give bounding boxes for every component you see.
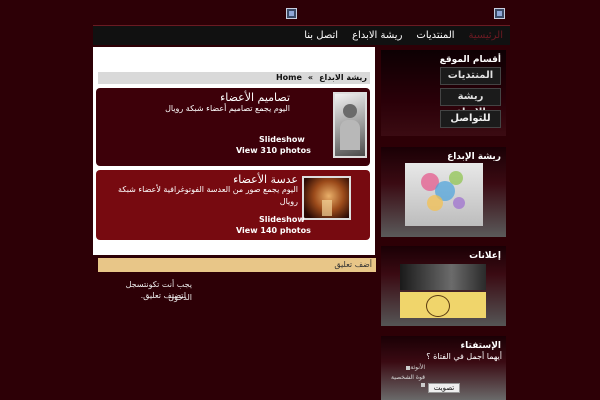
album-slideshow-link[interactable]: Slideshow <box>259 215 305 224</box>
ad-banner-top[interactable] <box>400 264 486 290</box>
poll-option-1-label: الأنوثة <box>410 364 425 371</box>
login-required-note-2: لتضيف تعليق. <box>140 291 186 300</box>
album-description: اليوم يجمع صور من العدسة الفوتوغرافية لأ… <box>118 185 298 206</box>
nav-item-forums[interactable]: المنتديات <box>409 26 461 45</box>
banner-contact[interactable]: للتواصل <box>440 110 501 128</box>
poll-option-1[interactable]: الأنوثة <box>385 364 425 371</box>
sidebar-art-title: ريشة الإبداع <box>447 152 501 162</box>
nav-item-home[interactable]: الرئيسية <box>462 26 510 45</box>
album-description: اليوم يجمع تصاميم أعضاء شبكة رويال <box>165 104 290 113</box>
album-slideshow-link[interactable]: Slideshow <box>259 135 305 144</box>
sidebar-poll-title: الإستفتاء <box>460 341 501 351</box>
poll-option-2-radio[interactable] <box>421 382 425 387</box>
album-thumbnail[interactable] <box>302 176 351 220</box>
breadcrumb-current: ريشة الابداع <box>319 73 367 82</box>
header-left-icon <box>286 8 297 19</box>
header-right-icon <box>494 8 505 19</box>
add-comment-title: أضف تعليق <box>334 260 372 269</box>
ad-banner-bottom[interactable] <box>400 292 486 318</box>
breadcrumb: ريشة الابداع »Home <box>98 72 370 84</box>
poll-option-2[interactable]: قوة الشخصية <box>385 374 425 388</box>
nav-item-art[interactable]: ريشة الابداع <box>345 26 409 45</box>
breadcrumb-home-link[interactable]: Home <box>273 73 305 82</box>
banner-art[interactable]: ريشة الإبداع <box>440 88 501 118</box>
vote-button[interactable]: تصويت <box>428 383 460 393</box>
album-thumbnail[interactable] <box>333 92 367 158</box>
sidebar-sections-title: أقسام الموقع <box>439 55 501 65</box>
add-comment-header: أضف تعليق <box>98 258 376 272</box>
nav-item-contact[interactable]: اتصل بنا <box>297 26 345 45</box>
sidebar-ads-title: إعلانات <box>469 251 501 261</box>
album-view-link[interactable]: View 140 photos <box>236 226 311 235</box>
poll-question: أيهما أجمل في الفتاة ؟ <box>426 352 502 361</box>
poll-option-2-label: قوة الشخصية <box>391 374 425 381</box>
art-preview-image[interactable] <box>405 163 483 226</box>
banner-forums[interactable]: المنتديات <box>440 67 501 85</box>
main-nav: الرئيسية المنتديات ريشة الابداع اتصل بنا <box>93 25 510 45</box>
album-view-link[interactable]: View 310 photos <box>236 146 311 155</box>
breadcrumb-separator: » <box>307 73 314 82</box>
